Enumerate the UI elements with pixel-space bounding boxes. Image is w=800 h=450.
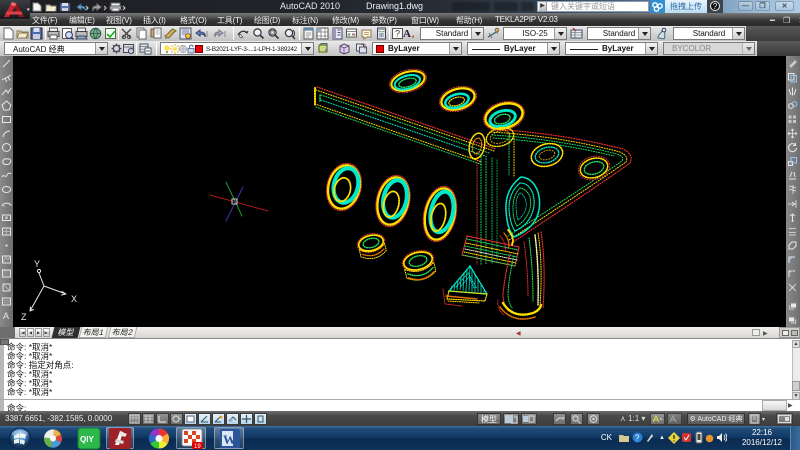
svg-text:A: A (3, 311, 9, 321)
svg-text:QIY: QIY (80, 435, 94, 444)
svg-text:Y: Y (34, 259, 40, 269)
svg-text:?: ? (395, 29, 400, 39)
svg-text:W: W (223, 432, 236, 447)
svg-text:A: A (403, 28, 411, 40)
svg-text:X: X (71, 294, 77, 304)
svg-text:Z: Z (21, 312, 27, 322)
svg-text:19: 19 (194, 444, 201, 450)
svg-text:?: ? (635, 434, 640, 443)
